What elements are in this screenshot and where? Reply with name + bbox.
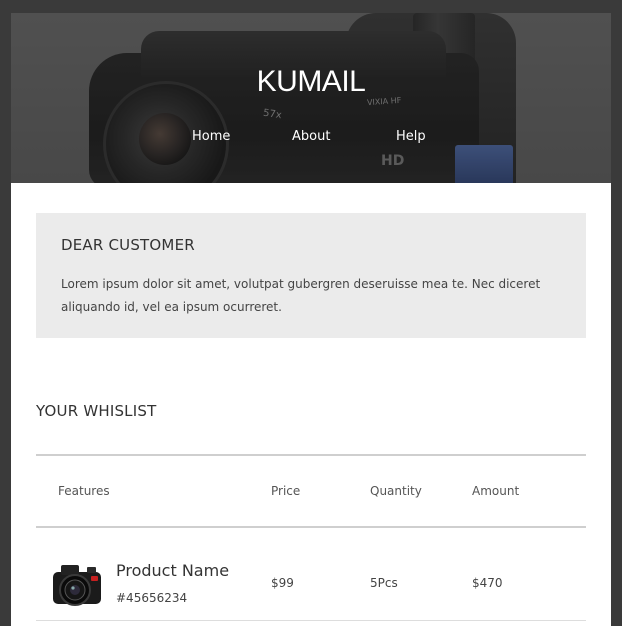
table-header-divider [36, 526, 586, 528]
table-row-divider [36, 620, 586, 621]
product-price: $99 [271, 576, 294, 590]
camera-icon[interactable] [51, 560, 103, 610]
wishlist-title: YOUR WHISLIST [36, 402, 157, 420]
product-name[interactable]: Product Name [116, 561, 229, 580]
product-sku: #45656234 [116, 591, 188, 605]
column-header-quantity: Quantity [370, 484, 422, 498]
main-nav: Home About Help [11, 129, 611, 149]
nav-link-home[interactable]: Home [192, 129, 230, 144]
notice-body: Lorem ipsum dolor sit amet, volutpat gub… [61, 277, 541, 314]
site-logo[interactable]: KUMAIL [11, 65, 611, 99]
product-amount: $470 [472, 576, 503, 590]
nav-link-help[interactable]: Help [396, 129, 426, 144]
hero-header: 57x VIXIA HF HD KUMAIL Home About Help [11, 13, 611, 183]
notice-title: DEAR CUSTOMER [61, 236, 195, 254]
email-card: 57x VIXIA HF HD KUMAIL Home About Help D… [11, 13, 611, 626]
customer-notice: DEAR CUSTOMER Lorem ipsum dolor sit amet… [36, 213, 586, 338]
column-header-price: Price [271, 484, 301, 498]
product-quantity: 5Pcs [370, 576, 398, 590]
nav-link-about[interactable]: About [292, 129, 330, 144]
column-header-features: Features [58, 484, 110, 498]
table-top-divider [36, 454, 586, 456]
column-header-amount: Amount [472, 484, 520, 498]
